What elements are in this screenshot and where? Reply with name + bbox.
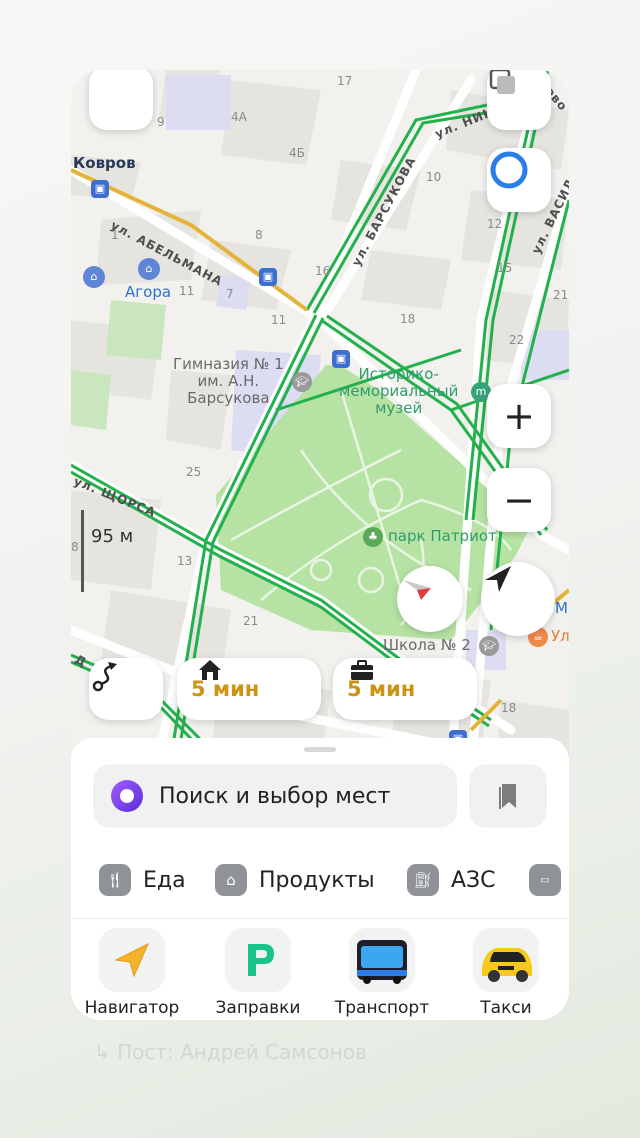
category-groceries[interactable]: ⌂ Продукты [215, 863, 375, 897]
building-number: 12 [487, 217, 503, 231]
service-taxi[interactable]: Такси [451, 928, 561, 1018]
building-number: 17 [337, 74, 353, 88]
hotel-icon[interactable]: ⌂ [83, 266, 105, 288]
map-view[interactable]: 17 4А 9 4Б 10 12 1 8 16 11 15 21 7 11 18… [71, 70, 569, 770]
navigator-icon [99, 928, 165, 992]
service-transport[interactable]: Транспорт [327, 928, 437, 1018]
search-placeholder: Поиск и выбор мест [159, 783, 391, 809]
compass-icon [403, 580, 431, 600]
alice-icon [490, 151, 528, 189]
zoom-out-button[interactable]: − [487, 468, 551, 532]
city-label: Ковров [73, 154, 136, 172]
scale-bar [81, 510, 84, 592]
poi-gymnasium[interactable]: Гимназия № 1 им. А.Н. Барсукова [173, 356, 284, 407]
sheet-handle[interactable] [304, 747, 336, 752]
plus-icon: + [503, 394, 535, 438]
building-number: 8 [71, 540, 79, 554]
poi-park[interactable]: парк Патриот [388, 528, 497, 545]
building-number: 11 [271, 313, 287, 327]
service-fuel[interactable]: Заправки [203, 928, 313, 1018]
alice-button[interactable] [487, 148, 551, 212]
route-icon [92, 662, 117, 692]
basket-icon: ⌂ [215, 864, 247, 896]
building-number: 21 [553, 288, 569, 302]
layers-button[interactable] [487, 70, 551, 130]
building-number: 10 [426, 170, 442, 184]
building-number: 8 [255, 228, 263, 242]
poi-museum[interactable]: Историко- мемориальный музей [339, 366, 458, 417]
building-number: 4А [231, 110, 247, 124]
building-number: 13 [177, 554, 193, 568]
bottom-sheet[interactable]: Поиск и выбор мест 🍴︎ Еда ⌂ Продукты ⛽︎ … [71, 738, 569, 1020]
parking-icon: ▭ [529, 864, 561, 896]
building-number: 25 [186, 465, 202, 479]
school-icon: 🎓︎ [479, 636, 499, 656]
fuel-pay-icon [225, 928, 291, 992]
category-fuel[interactable]: ⛽︎ АЗС [407, 863, 496, 897]
location-arrow-icon [485, 566, 511, 592]
post-author: ↳ Пост: Андрей Самсонов [94, 1040, 367, 1064]
fuel-icon: ⛽︎ [407, 864, 439, 896]
menu-button[interactable] [89, 70, 153, 130]
zoom-in-button[interactable]: + [487, 384, 551, 448]
bus-stop-icon[interactable]: ▣ [91, 180, 109, 198]
fork-knife-icon: 🍴︎ [99, 864, 131, 896]
poi-agora[interactable]: Агора [125, 284, 171, 301]
building-number: 11 [179, 284, 195, 298]
search-field[interactable]: Поиск и выбор мест [93, 764, 457, 828]
home-icon [199, 660, 221, 680]
poi-edge[interactable]: Ули [551, 628, 569, 645]
category-parking[interactable]: ▭ [529, 863, 561, 897]
building-number: 22 [509, 333, 525, 347]
building-number: 18 [400, 312, 416, 326]
building-number: 9 [157, 115, 165, 129]
school-icon: 🎓︎ [292, 372, 312, 392]
building-number: 4Б [289, 146, 305, 160]
poi-school[interactable]: Школа № 2 [383, 637, 471, 654]
alice-icon [111, 780, 143, 812]
compass-button[interactable] [397, 566, 463, 632]
service-navigator[interactable]: Навигатор [77, 928, 187, 1018]
bookmark-icon [499, 784, 516, 809]
work-route-chip[interactable]: 5 мин [333, 658, 477, 720]
home-route-chip[interactable]: 5 мин [177, 658, 321, 720]
post-author-text: Пост: Андрей Самсонов [117, 1040, 367, 1064]
building-number: 18 [501, 701, 517, 715]
service-label: Транспорт [334, 998, 430, 1018]
divider [71, 918, 569, 919]
building-number: 15 [497, 261, 513, 275]
service-label: Такси [480, 998, 532, 1018]
building-number: 7 [226, 287, 234, 301]
category-food[interactable]: 🍴︎ Еда [99, 863, 186, 897]
category-label: Продукты [259, 867, 375, 893]
taxi-icon [473, 928, 539, 992]
scale-label: 95 м [91, 526, 134, 547]
my-location-button[interactable] [481, 562, 555, 636]
minus-icon: − [503, 478, 535, 522]
hotel-icon[interactable]: ⌂ [138, 258, 160, 280]
bookmarks-button[interactable] [469, 764, 547, 828]
repost-icon: ↳ [94, 1040, 118, 1064]
briefcase-icon [351, 660, 373, 680]
category-label: Еда [143, 867, 186, 893]
building-number: 21 [243, 614, 259, 628]
tree-icon: ♣ [363, 527, 383, 547]
app-window: 17 4А 9 4Б 10 12 1 8 16 11 15 21 7 11 18… [71, 70, 569, 1020]
route-button[interactable] [89, 658, 163, 720]
layers-icon [489, 70, 515, 94]
bus-icon [349, 928, 415, 992]
category-label: АЗС [451, 867, 496, 893]
poi-edge[interactable]: Мани [555, 600, 569, 617]
service-label: Навигатор [84, 998, 180, 1018]
bus-stop-icon[interactable]: ▣ [259, 268, 277, 286]
service-label: Заправки [215, 998, 301, 1018]
building-number: 16 [315, 264, 331, 278]
